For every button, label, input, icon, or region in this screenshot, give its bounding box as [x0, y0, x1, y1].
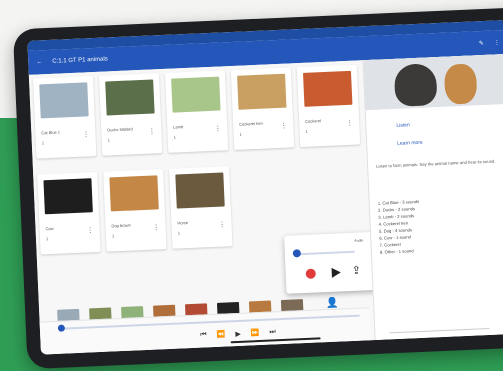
page-title: C:1.1 GT P1 animals	[52, 56, 108, 65]
screen: ← C:1.1 GT P1 animals ✎ ⋮ Cat Blue 1 1 ⋮ Du…	[27, 19, 503, 355]
more-vert-icon[interactable]: ⋮	[494, 39, 500, 46]
card-label: Lamb	[173, 124, 184, 130]
card-count: 1	[41, 140, 45, 146]
skip-back-icon[interactable]: ⏮	[200, 331, 207, 339]
learn-more-button[interactable]: Learn more	[397, 140, 423, 147]
card-label: Cockerel hen	[239, 120, 263, 127]
dog-illustration	[393, 63, 438, 107]
animal-card[interactable]: Cockerel 1 ⋮	[296, 64, 361, 148]
animal-card[interactable]: Dog brown 1 ⋮	[103, 169, 167, 252]
card-label: Cow	[45, 225, 54, 232]
grid-panel: Cat Blue 1 1 ⋮ Ducks Mallard 1 ⋮ Lamb 1 ⋮ Cockere…	[29, 60, 383, 355]
cat-illustration	[443, 63, 478, 105]
animal-card[interactable]: Cow 1 ⋮	[37, 171, 101, 255]
pencil-icon[interactable]: ✎	[479, 39, 484, 46]
animal-card[interactable]: Lamb 1 ⋮	[164, 70, 229, 153]
popup-progress	[294, 250, 355, 256]
comment-input[interactable]	[389, 320, 490, 334]
popup-label: Audio	[354, 238, 364, 243]
card-label: Dog brown	[111, 222, 131, 229]
card-count: 1	[239, 131, 242, 137]
appbar-spacer	[118, 44, 469, 59]
more-vert-icon[interactable]: ⋮	[280, 122, 287, 130]
more-vert-icon[interactable]: ⋮	[86, 226, 94, 234]
detail-panel: Listen Learn more Listen to farm animals…	[362, 53, 503, 341]
content-area: Cat Blue 1 1 ⋮ Ducks Mallard 1 ⋮ Lamb 1 ⋮ Cockere…	[28, 53, 503, 355]
animal-photo	[237, 73, 287, 110]
description: Listen to farm animals. Say the animal n…	[376, 158, 496, 169]
animal-card[interactable]: Ducks Mallard 1 ⋮	[98, 73, 163, 156]
animal-photo	[105, 79, 155, 116]
card-label: Ducks Mallard	[107, 126, 133, 133]
more-vert-icon[interactable]: ⋮	[82, 130, 89, 138]
animal-card[interactable]: Horse 1 ⋮	[169, 166, 233, 249]
card-label: Cat Blue 1	[41, 129, 61, 136]
card-count: 1	[111, 233, 115, 239]
animal-photo	[303, 70, 353, 107]
card-label: Cockerel	[305, 118, 322, 124]
card-count: 1	[173, 134, 177, 140]
play-icon[interactable]	[331, 267, 341, 278]
play-small-icon[interactable]: ▶	[235, 330, 241, 338]
animal-photo	[39, 82, 89, 119]
hero-image	[363, 53, 503, 111]
sound-list: 1. Cat Blue - 3 sounds 2. Ducks - 2 sound…	[378, 195, 500, 256]
animal-photo	[43, 178, 93, 215]
skip-forward-icon[interactable]: ⏭	[269, 328, 276, 336]
card-count: 1	[177, 230, 181, 236]
card-count: 1	[107, 137, 111, 143]
more-vert-icon[interactable]: ⋮	[346, 119, 353, 127]
record-icon[interactable]	[305, 268, 316, 279]
forward-icon[interactable]: ⏩	[251, 329, 260, 337]
more-vert-icon[interactable]: ⋮	[152, 223, 159, 231]
tablet-device: ← C:1.1 GT P1 animals ✎ ⋮ Cat Blue 1 1 ⋮ Du…	[12, 6, 503, 370]
popup-knob[interactable]	[292, 249, 302, 258]
animal-card[interactable]: Cockerel hen 1 ⋮	[230, 67, 295, 150]
listen-button[interactable]: Listen	[396, 122, 410, 129]
animal-photo	[175, 172, 225, 209]
share-icon[interactable]: ⇪	[351, 264, 361, 277]
audio-popup: Audio ⇪	[284, 231, 383, 294]
more-vert-icon[interactable]: ⋮	[148, 127, 155, 135]
animal-card[interactable]: Cat Blue 1 1 ⋮	[32, 76, 97, 159]
animal-photo	[109, 175, 159, 212]
player-knob[interactable]	[57, 324, 66, 332]
rewind-icon[interactable]: ⏪	[216, 331, 226, 339]
animal-photo	[171, 76, 221, 113]
more-vert-icon[interactable]: ⋮	[214, 125, 221, 133]
arrow-left-icon[interactable]: ←	[36, 59, 42, 65]
card-label: Horse	[177, 220, 189, 226]
card-count: 1	[45, 236, 49, 242]
more-vert-icon[interactable]: ⋮	[218, 220, 225, 228]
card-count: 1	[305, 128, 308, 134]
player-controls: ⏮ ⏪ ▶ ⏩ ⏭	[200, 328, 276, 339]
